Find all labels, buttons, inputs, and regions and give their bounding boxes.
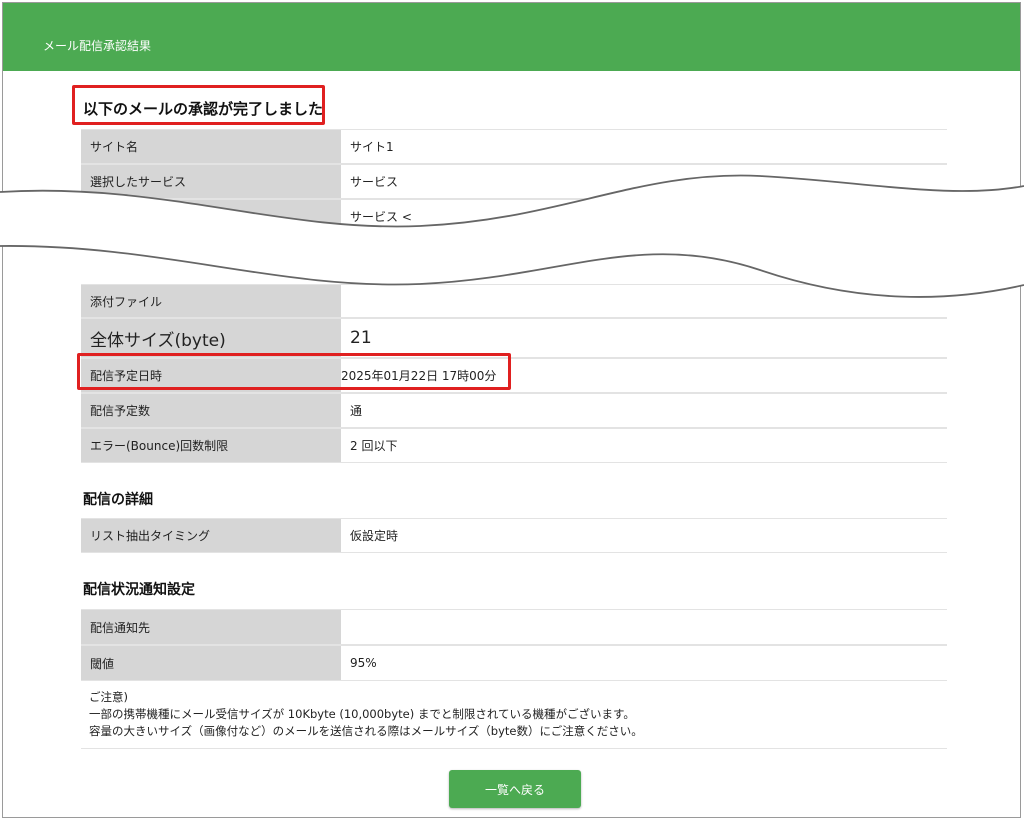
tear-fill: [0, 175, 1024, 297]
page-break-graphic: [0, 174, 1024, 298]
